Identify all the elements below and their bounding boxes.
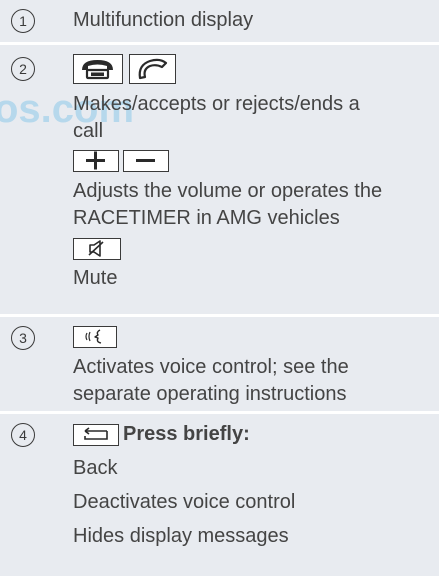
back-icon xyxy=(84,427,108,440)
voice-control-icon xyxy=(85,329,102,344)
row-text: Multifunction display xyxy=(73,9,254,31)
callout-number: 2 xyxy=(11,57,35,81)
back-key xyxy=(73,424,119,446)
row-text: separate operating instructions xyxy=(73,383,347,405)
row-text: Deactivates voice control xyxy=(73,491,296,513)
press-briefly-label: Press briefly: xyxy=(123,423,250,445)
mute-key xyxy=(73,238,121,260)
table-row-1: 1 Multifunction display xyxy=(0,0,439,42)
mute-icon xyxy=(88,240,104,257)
row-text: call xyxy=(73,120,104,142)
plus-key xyxy=(73,150,119,172)
row-text: Hides display messages xyxy=(73,525,289,547)
row-text: Activates voice control; see the xyxy=(73,356,349,378)
row-text: Back xyxy=(73,457,118,479)
pick-up-phone-icon xyxy=(138,58,168,80)
pick-up-phone-key xyxy=(129,54,176,84)
callout-number: 4 xyxy=(11,423,35,447)
hang-up-phone-icon xyxy=(82,60,113,80)
hang-up-phone-key xyxy=(73,54,123,84)
table-row-3: 3 Activates voice control; see the separ… xyxy=(0,317,439,411)
minus-key xyxy=(123,150,169,172)
function-table: 1 Multifunction display os.com 2 Makes/a… xyxy=(0,0,439,576)
row-text: Mute xyxy=(73,267,118,289)
row-text: Makes/accepts or rejects/ends a xyxy=(73,93,360,115)
callout-number: 3 xyxy=(11,326,35,350)
minus-icon xyxy=(136,159,155,162)
table-row-4: 4 Press briefly: Back Deactivates voice … xyxy=(0,414,439,576)
callout-number: 1 xyxy=(11,9,35,33)
voice-control-key xyxy=(73,326,117,348)
row-text: RACETIMER in AMG vehicles xyxy=(73,207,340,229)
table-row-2: os.com 2 Makes/accepts or rejects/ends a… xyxy=(0,45,439,314)
row-text: Adjusts the volume or operates the xyxy=(73,180,383,202)
plus-icon xyxy=(86,151,105,170)
